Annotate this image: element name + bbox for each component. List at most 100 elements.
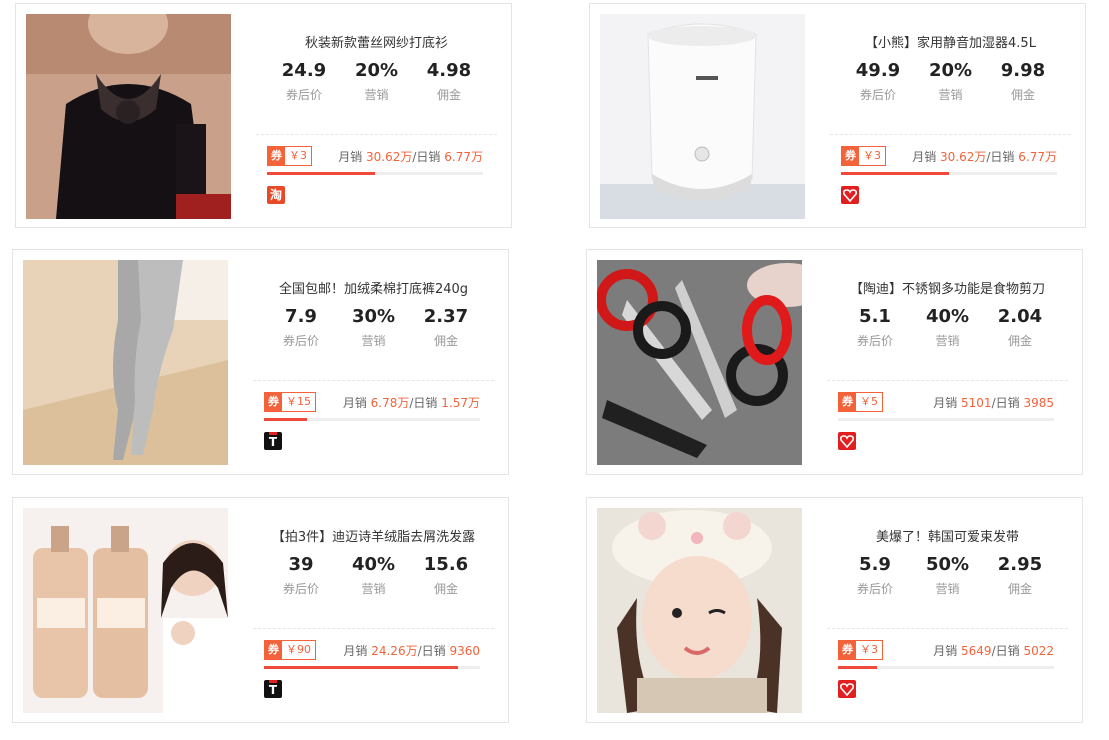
commission-stat: 2.37 佣金 (410, 306, 482, 349)
monthly-label: 月销 (338, 150, 363, 164)
rate-label: 营销 (361, 334, 386, 348)
commission-stat: 2.04 佣金 (984, 306, 1056, 349)
coupon-amount: ￥3 (856, 641, 882, 659)
daily-sales: 9360 (449, 644, 480, 658)
price-value: 5.1 (859, 306, 891, 327)
product-card[interactable]: 秋装新款蕾丝网纱打底衫 24.9 券后价 20% 营销 4.98 佣金 券 ￥3 月销 … (15, 3, 512, 228)
rate-value: 30% (351, 306, 396, 327)
coupon-tag: 券 (842, 147, 859, 165)
commission-value: 15.6 (423, 554, 469, 575)
product-title[interactable]: 秋装新款蕾丝网纱打底衫 (256, 32, 497, 51)
daily-label: /日销 (417, 644, 446, 658)
daily-label: /日销 (412, 150, 441, 164)
progress-fill (841, 172, 949, 175)
price-label: 券后价 (856, 334, 893, 348)
divider (827, 380, 1068, 381)
product-title[interactable]: 【拍3件】迪迈诗羊绒脂去屑洗发露 (253, 526, 494, 545)
price-value: 39 (288, 554, 314, 575)
coupon-amount: ￥90 (282, 641, 315, 659)
price-stat: 24.9 券后价 (268, 60, 340, 103)
product-image[interactable] (597, 508, 802, 713)
product-image[interactable] (600, 14, 805, 219)
commission-value: 9.98 (1000, 60, 1046, 81)
daily-sales: 6.77万 (444, 150, 483, 164)
commission-stat: 4.98 佣金 (413, 60, 485, 103)
price-label: 券后价 (282, 334, 319, 348)
price-label: 券后价 (856, 582, 893, 596)
price-stat: 5.1 券后价 (839, 306, 911, 349)
pinduoduo-icon (841, 186, 859, 204)
commission-label: 佣金 (433, 582, 458, 596)
product-title[interactable]: 【小熊】家用静音加湿器4.5L (830, 32, 1071, 51)
rate-label: 营销 (938, 88, 963, 102)
price-value: 24.9 (281, 60, 327, 81)
coupon-tag: 券 (268, 147, 285, 165)
rate-label: 营销 (935, 334, 960, 348)
product-title[interactable]: 【陶迪】不锈钢多功能是食物剪刀 (827, 278, 1068, 297)
product-title[interactable]: 美爆了！韩国可爱束发带 (827, 526, 1068, 545)
commission-value: 2.95 (997, 554, 1043, 575)
tmall-letter: T (268, 680, 278, 697)
price-value: 49.9 (855, 60, 901, 81)
commission-label: 佣金 (1007, 334, 1032, 348)
commission-label: 佣金 (1007, 582, 1032, 596)
monthly-label: 月销 (342, 396, 367, 410)
price-stat: 49.9 券后价 (842, 60, 914, 103)
coupon-badge[interactable]: 券 ￥3 (841, 146, 886, 166)
commission-value: 4.98 (426, 60, 472, 81)
product-image[interactable] (23, 260, 228, 465)
divider (253, 628, 494, 629)
sales-progress-bar (838, 666, 1054, 669)
monthly-sales: 5649 (961, 644, 992, 658)
divider (827, 628, 1068, 629)
commission-value: 2.37 (423, 306, 469, 327)
coupon-amount: ￥3 (859, 147, 885, 165)
product-card[interactable]: 【拍3件】迪迈诗羊绒脂去屑洗发露 39 券后价 40% 营销 15.6 佣金 券 ￥90… (12, 497, 509, 723)
product-title[interactable]: 全国包邮！加绒柔棉打底裤240g (253, 278, 494, 297)
product-image[interactable] (23, 508, 228, 713)
product-card[interactable]: 全国包邮！加绒柔棉打底裤240g 7.9 券后价 30% 营销 2.37 佣金 券 ￥1… (12, 249, 509, 475)
daily-sales: 6.77万 (1018, 150, 1057, 164)
product-card[interactable]: 美爆了！韩国可爱束发带 5.9 券后价 50% 营销 2.95 佣金 券 ￥3 月销 5… (586, 497, 1083, 723)
sales-info: 月销 24.26万/日销 9360 (343, 642, 480, 659)
price-value: 5.9 (859, 554, 891, 575)
price-label: 券后价 (859, 88, 896, 102)
progress-fill (838, 666, 877, 669)
daily-label: /日销 (986, 150, 1015, 164)
price-value: 7.9 (285, 306, 317, 327)
coupon-amount: ￥15 (282, 393, 315, 411)
tmall-icon: T (264, 680, 282, 698)
rate-stat: 50% 营销 (912, 554, 984, 597)
progress-fill (264, 666, 459, 669)
price-stat: 39 券后价 (265, 554, 337, 597)
coupon-badge[interactable]: 券 ￥15 (264, 392, 316, 412)
rate-label: 营销 (361, 582, 386, 596)
sales-progress-bar (267, 172, 483, 175)
price-stat: 7.9 券后价 (265, 306, 337, 349)
coupon-badge[interactable]: 券 ￥3 (838, 640, 883, 660)
product-card[interactable]: 【陶迪】不锈钢多功能是食物剪刀 5.1 券后价 40% 营销 2.04 佣金 券 ￥5 … (586, 249, 1083, 475)
coupon-badge[interactable]: 券 ￥90 (264, 640, 316, 660)
product-image[interactable] (26, 14, 231, 219)
rate-stat: 40% 营销 (338, 554, 410, 597)
monthly-label: 月销 (933, 396, 958, 410)
coupon-amount: ￥3 (285, 147, 311, 165)
sales-info: 月销 30.62万/日销 6.77万 (912, 148, 1057, 165)
product-card[interactable]: 【小熊】家用静音加湿器4.5L 49.9 券后价 20% 营销 9.98 佣金 券 ￥3… (589, 3, 1086, 228)
monthly-sales: 6.78万 (370, 396, 410, 410)
sales-info: 月销 5649/日销 5022 (933, 642, 1054, 659)
product-image[interactable] (597, 260, 802, 465)
monthly-sales: 30.62万 (366, 150, 413, 164)
rate-value: 40% (925, 306, 970, 327)
monthly-label: 月销 (912, 150, 937, 164)
monthly-label: 月销 (343, 644, 368, 658)
daily-label: /日销 (409, 396, 438, 410)
sales-progress-bar (838, 418, 1054, 421)
coupon-amount: ￥5 (856, 393, 882, 411)
coupon-badge[interactable]: 券 ￥5 (838, 392, 883, 412)
coupon-tag: 券 (839, 641, 856, 659)
rate-stat: 20% 营销 (341, 60, 413, 103)
rate-label: 营销 (935, 582, 960, 596)
coupon-badge[interactable]: 券 ￥3 (267, 146, 312, 166)
monthly-label: 月销 (933, 644, 958, 658)
